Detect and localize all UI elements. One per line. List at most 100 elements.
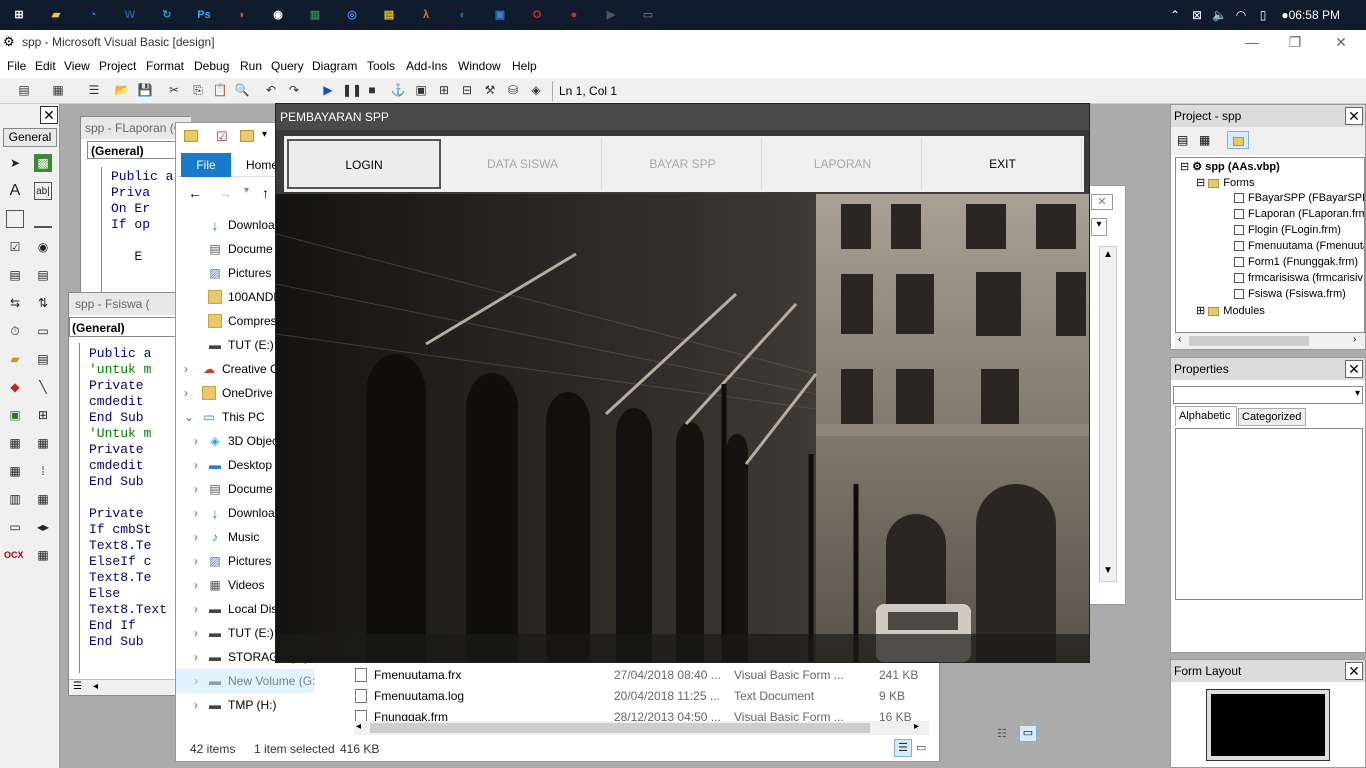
form-layout-icon[interactable]: ⊞ — [436, 82, 452, 98]
project-panel-close-icon[interactable]: ✕ — [1345, 107, 1363, 125]
sync-icon[interactable]: ↻ — [156, 4, 178, 26]
object-browser-icon[interactable]: ⊟ — [459, 82, 475, 98]
cut-icon[interactable]: ✂ — [166, 82, 182, 98]
project-explorer-panel[interactable]: Project - spp ✕ ▤ ▦ ⊟ ⚙ spp (AAs.vbp) ⊟ … — [1170, 104, 1366, 350]
close-button[interactable]: ✕ — [1331, 32, 1351, 52]
forms-folder-node[interactable]: ⊟ Forms — [1196, 176, 1254, 189]
code-line[interactable]: Else — [89, 586, 167, 602]
expand-chevron-icon[interactable]: › — [194, 429, 198, 453]
menu-edit[interactable]: Edit — [35, 59, 56, 73]
details-view-icon[interactable]: ☰ — [894, 739, 912, 757]
picturebox-icon[interactable]: ▩ — [34, 154, 52, 172]
details-view-icon[interactable]: ☷ — [997, 727, 1007, 740]
dropdown-arrow-icon[interactable]: ▾ — [1355, 388, 1360, 399]
expand-chevron-icon[interactable]: › — [194, 693, 198, 717]
toolbox-item-13-icon[interactable]: ⁞ — [34, 462, 52, 480]
dirlistbox-icon[interactable]: ▰ — [6, 350, 24, 368]
toolbox-item-12-icon[interactable]: ▦ — [6, 462, 24, 480]
add-project-icon[interactable]: ▤ — [16, 82, 32, 98]
pause-icon[interactable]: ❚❚ — [342, 82, 362, 98]
form-node[interactable]: Form1 (Fnunggak.frm) — [1234, 256, 1358, 268]
scroll-thumb[interactable] — [370, 723, 870, 733]
tab-exit[interactable]: EXIT — [924, 138, 1082, 190]
code-line[interactable] — [111, 233, 173, 249]
combobox-icon[interactable]: ▤ — [6, 266, 24, 284]
expand-chevron-icon[interactable]: › — [194, 573, 198, 597]
modules-folder-node[interactable]: ⊞ Modules — [1196, 304, 1265, 317]
code-line[interactable]: 'untuk m — [89, 362, 167, 378]
expand-chevron-icon[interactable]: ⌄ — [184, 405, 194, 429]
record-icon[interactable]: ● — [563, 4, 585, 26]
shape-icon[interactable]: ◆ — [6, 378, 24, 396]
drivelistbox-icon[interactable]: ▭ — [34, 322, 52, 340]
menu-diagram[interactable]: Diagram — [312, 59, 357, 73]
restore-button[interactable]: ❐ — [1285, 32, 1305, 52]
menu-file[interactable]: File — [7, 59, 26, 73]
frame-icon[interactable] — [6, 210, 24, 228]
menu-project[interactable]: Project — [99, 59, 136, 73]
component-manager-icon[interactable]: ◈ — [528, 82, 544, 98]
tab-login[interactable]: LOGIN — [287, 139, 441, 189]
properties-panel[interactable]: Properties ✕ ▾ Alphabetic Categorized — [1170, 357, 1366, 653]
edge-icon[interactable]: ◐ — [452, 4, 474, 26]
code-line[interactable]: Private — [89, 378, 167, 394]
ribbon-home-tab[interactable]: Home — [246, 158, 278, 172]
hscrollbar-icon[interactable]: ⇆ — [6, 294, 24, 312]
code-line[interactable]: End If — [89, 618, 167, 634]
code-line[interactable]: End Sub — [89, 474, 167, 490]
minimize-button[interactable]: — — [1242, 32, 1262, 52]
menu-help[interactable]: Help — [512, 59, 537, 73]
code-line[interactable]: If op — [111, 217, 173, 233]
volume-icon[interactable]: 🔈 — [1212, 8, 1227, 22]
find-icon[interactable]: 🔍 — [234, 82, 250, 98]
toolbox-item-11-icon[interactable]: ▦ — [34, 434, 52, 452]
horizontal-scrollbar[interactable]: ☰ ◂ — [69, 679, 189, 695]
remote-icon[interactable]: ▣ — [489, 4, 511, 26]
pembayaran-spp-form[interactable]: PEMBAYARAN SPP LOGIN DATA SISWA BAYAR SPP L… — [275, 103, 1090, 663]
line-icon[interactable]: ╲ — [34, 378, 52, 396]
notes-icon[interactable]: ▤ — [378, 4, 400, 26]
label-icon[interactable]: A — [6, 182, 24, 200]
toolbox-item-14-icon[interactable]: ▥ — [6, 490, 24, 508]
scroll-right-icon[interactable]: ▸ — [914, 721, 919, 732]
properties-window-icon[interactable]: ▣ — [413, 82, 429, 98]
optionbutton-icon[interactable]: ◉ — [34, 238, 52, 256]
expand-chevron-icon[interactable]: › — [194, 645, 198, 669]
code-window-flaporan[interactable]: spp - FLaporan (Code) (General) Public a… — [80, 116, 191, 317]
nav-item[interactable]: › ▬ TMP (H:) — [176, 693, 316, 717]
scroll-up-icon[interactable]: ▲ — [1103, 249, 1113, 260]
expand-chevron-icon[interactable]: › — [194, 501, 198, 525]
code-line[interactable]: E — [111, 249, 173, 265]
chart-app-icon[interactable]: ▥ — [304, 4, 326, 26]
tab-laporan[interactable]: LAPORAN — [764, 138, 922, 190]
textbox-icon[interactable]: ab| — [34, 182, 52, 200]
data-view-icon[interactable]: ⛁ — [505, 82, 521, 98]
project-tree-hscrollbar[interactable]: ‹ › — [1175, 333, 1365, 349]
data-icon[interactable]: ⊞ — [34, 406, 52, 424]
up-arrow-icon[interactable]: ↑ — [262, 185, 269, 201]
dropdown-arrow-icon[interactable]: ▾ — [1091, 218, 1107, 236]
toolbox-close-icon[interactable]: ✕ — [40, 106, 58, 124]
ocx-icon[interactable]: OCX — [4, 546, 24, 564]
view-code-icon[interactable]: ▤ — [1177, 133, 1188, 147]
code-window-fsiswa[interactable]: spp - Fsiswa ( (General) Public a'untuk … — [68, 292, 189, 696]
network-icon[interactable]: ⊠ — [1190, 8, 1204, 22]
form-node[interactable]: Flogin (FLogin.frm) — [1234, 224, 1341, 236]
scroll-thumb[interactable] — [1189, 336, 1309, 346]
lambda-icon[interactable]: λ — [415, 4, 437, 26]
code-line[interactable]: cmdedit — [89, 458, 167, 474]
code-line[interactable]: Text8.Te — [89, 570, 167, 586]
form-node[interactable]: Fsiswa (Fsiswa.frm) — [1234, 288, 1346, 300]
wifi-icon[interactable]: ◠ — [1234, 8, 1248, 22]
expand-chevron-icon[interactable]: › — [184, 357, 188, 381]
code-line[interactable]: Priva — [111, 185, 173, 201]
form-node[interactable]: FLaporan (FLaporan.frm — [1234, 208, 1364, 220]
run-icon[interactable]: ▶ — [320, 82, 336, 98]
menu-tools[interactable]: Tools — [367, 59, 395, 73]
redo-icon[interactable]: ↷ — [286, 82, 302, 98]
stop-icon[interactable]: ■ — [364, 82, 380, 98]
toolbox-item-15-icon[interactable]: ▦ — [34, 490, 52, 508]
checkbox-icon[interactable]: ☑ — [6, 238, 24, 256]
large-icons-view-icon[interactable]: ▭ — [916, 741, 926, 754]
ole-icon[interactable]: ▦ — [6, 434, 24, 452]
